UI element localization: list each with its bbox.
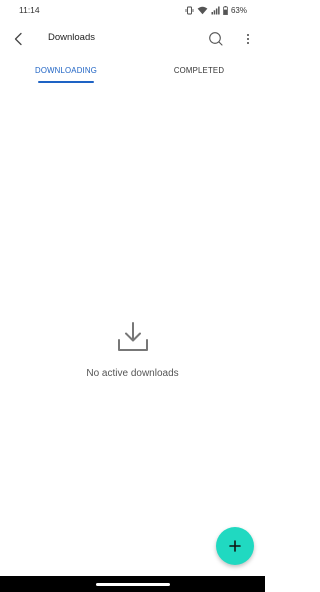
- home-gesture-handle[interactable]: [96, 583, 170, 586]
- download-icon: [117, 322, 148, 351]
- tab-bar: DOWNLOADING COMPLETED: [0, 60, 265, 86]
- system-navigation-bar: [0, 576, 265, 592]
- chevron-left-icon: [14, 32, 22, 46]
- empty-state: No active downloads: [0, 320, 265, 379]
- battery-icon: [223, 5, 228, 15]
- add-download-button[interactable]: [216, 527, 254, 565]
- wifi-icon: [197, 6, 208, 15]
- active-tab-indicator: [38, 81, 94, 83]
- search-icon: [209, 32, 223, 46]
- tab-downloading[interactable]: DOWNLOADING: [35, 60, 97, 86]
- tab-completed[interactable]: COMPLETED: [170, 60, 228, 86]
- plus-icon: [229, 540, 241, 552]
- tab-completed-label: COMPLETED: [173, 66, 225, 75]
- vibrate-icon: [185, 6, 194, 15]
- search-button[interactable]: [207, 30, 225, 48]
- more-vertical-icon: [247, 34, 249, 44]
- empty-state-message: No active downloads: [86, 368, 179, 379]
- status-bar: 11:14 63%: [0, 0, 265, 20]
- status-icons: 63%: [185, 4, 247, 16]
- downloads-screen: 11:14 63% Downloads DOWNLOADING COMPLETE…: [0, 0, 265, 592]
- back-button[interactable]: [10, 30, 28, 48]
- more-options-button[interactable]: [241, 30, 255, 48]
- app-bar: Downloads: [0, 26, 265, 52]
- status-time: 11:14: [19, 5, 40, 15]
- battery-percentage: 63%: [230, 5, 247, 15]
- signal-icon: [211, 6, 220, 15]
- page-title: Downloads: [48, 32, 95, 43]
